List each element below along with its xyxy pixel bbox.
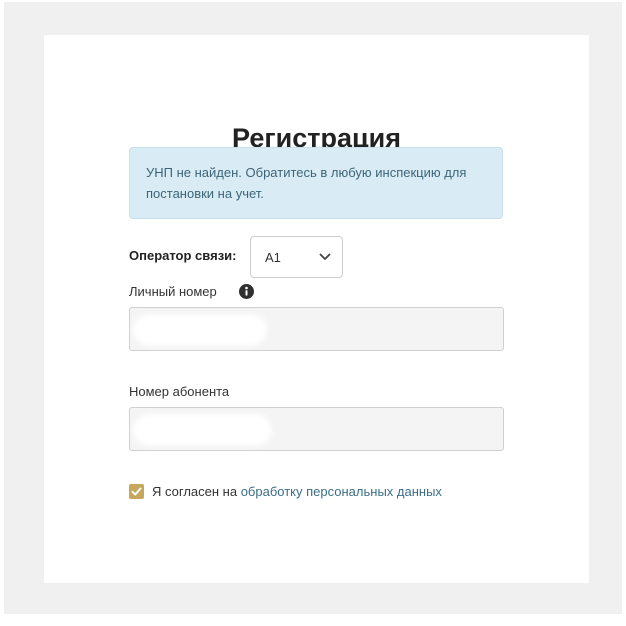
personal-number-input[interactable] bbox=[129, 307, 504, 351]
consent-text: Я согласен на bbox=[152, 484, 238, 499]
subscriber-number-label: Номер абонента bbox=[129, 384, 230, 399]
chevron-down-icon bbox=[319, 253, 331, 260]
operator-selected-value: А1 bbox=[265, 250, 281, 265]
subscriber-number-input[interactable] bbox=[129, 407, 504, 451]
operator-select[interactable]: А1 bbox=[250, 236, 343, 278]
info-icon[interactable] bbox=[239, 284, 254, 299]
consent-checkbox[interactable] bbox=[129, 484, 144, 499]
personal-data-link[interactable]: обработку персональных данных bbox=[241, 484, 442, 499]
check-icon bbox=[131, 487, 142, 496]
operator-label: Оператор связи: bbox=[129, 248, 237, 263]
info-alert: УНП не найден. Обратитесь в любую инспек… bbox=[129, 147, 503, 219]
consent-row: Я согласен на обработку персональных дан… bbox=[129, 483, 442, 500]
personal-number-label: Личный номер bbox=[129, 284, 217, 299]
alert-message: УНП не найден. Обратитесь в любую инспек… bbox=[146, 165, 467, 201]
